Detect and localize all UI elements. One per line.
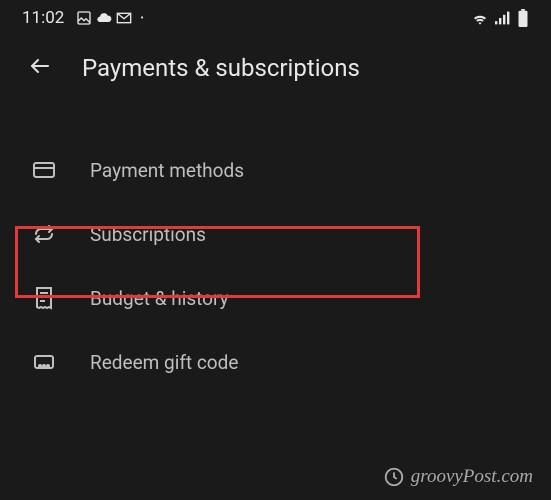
wifi-icon [471,11,489,25]
menu-label: Redeem gift code [90,351,238,374]
menu-item-subscriptions[interactable]: Subscriptions [0,202,551,266]
signal-icon [495,11,511,25]
menu-item-payment-methods[interactable]: Payment methods [0,138,551,202]
page-header: Payments & subscriptions [0,36,551,100]
image-icon [76,10,92,26]
gift-code-icon [32,350,56,374]
status-bar: 11:02 • [0,0,551,36]
credit-card-icon [32,158,56,182]
status-time: 11:02 [22,8,64,28]
menu-label: Budget & history [90,287,229,310]
menu-item-redeem-gift-code[interactable]: Redeem gift code [0,330,551,394]
status-right [471,9,529,27]
status-left: 11:02 • [22,8,144,28]
watermark-text: groovyPost.com [411,466,533,488]
watermark: groovyPost.com [383,466,533,488]
menu-item-budget-history[interactable]: Budget & history [0,266,551,330]
menu-list: Payment methods Subscriptions Budget & h… [0,138,551,394]
menu-label: Payment methods [90,159,244,182]
status-icons-left: • [76,10,143,26]
receipt-icon [32,286,56,310]
gmail-icon [116,12,132,24]
dot-icon: • [140,13,143,24]
back-button[interactable] [28,54,52,82]
refresh-icon [32,222,56,246]
battery-icon [517,9,529,27]
page-title: Payments & subscriptions [82,54,360,82]
cloud-icon [96,10,112,26]
menu-label: Subscriptions [90,223,206,246]
